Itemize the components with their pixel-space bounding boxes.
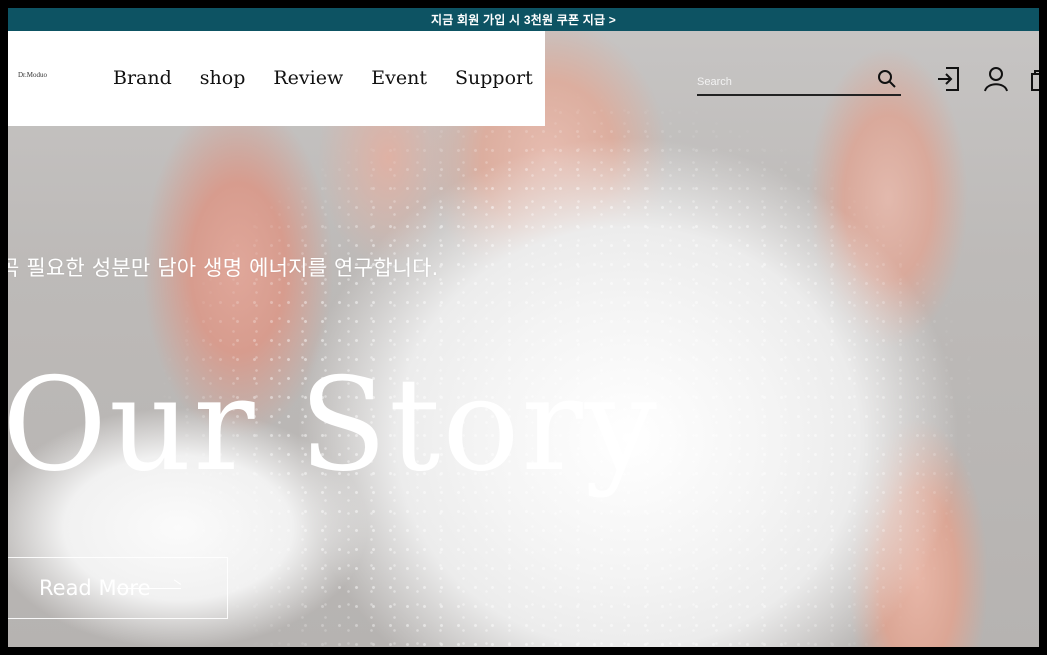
login-icon[interactable] (936, 66, 960, 97)
main-nav: Brand shop Review Event Support (113, 66, 561, 90)
promo-banner[interactable]: 지금 회원 가입 시 3천원 쿠폰 지급 > (8, 8, 1039, 31)
hero-title: Our Story (8, 351, 659, 500)
header-nav-panel: Dr.Moduo Brand shop Review Event Support (8, 31, 545, 126)
promo-banner-text[interactable]: 지금 회원 가입 시 3천원 쿠폰 지급 > (431, 11, 616, 28)
arrow-right-icon (117, 588, 181, 589)
nav-item-review[interactable]: Review (273, 66, 343, 90)
read-more-button[interactable]: Read More (8, 557, 228, 619)
nav-item-support[interactable]: Support (455, 66, 533, 90)
logo[interactable]: Dr.Moduo (18, 71, 47, 79)
nav-item-shop[interactable]: shop (200, 66, 246, 90)
search-bar (697, 68, 901, 96)
search-icon[interactable] (877, 69, 897, 94)
nav-item-event[interactable]: Event (371, 66, 427, 90)
search-input[interactable] (697, 72, 867, 92)
hero-subtitle: 곡 필요한 성분만 담아 생명 에너지를 연구합니다. (8, 256, 439, 280)
page-viewport: 지금 회원 가입 시 3천원 쿠폰 지급 > Dr.Moduo Brand sh… (8, 8, 1039, 647)
nav-item-brand[interactable]: Brand (113, 66, 172, 90)
user-icon[interactable] (983, 66, 1009, 97)
cart-icon[interactable] (1030, 68, 1039, 97)
